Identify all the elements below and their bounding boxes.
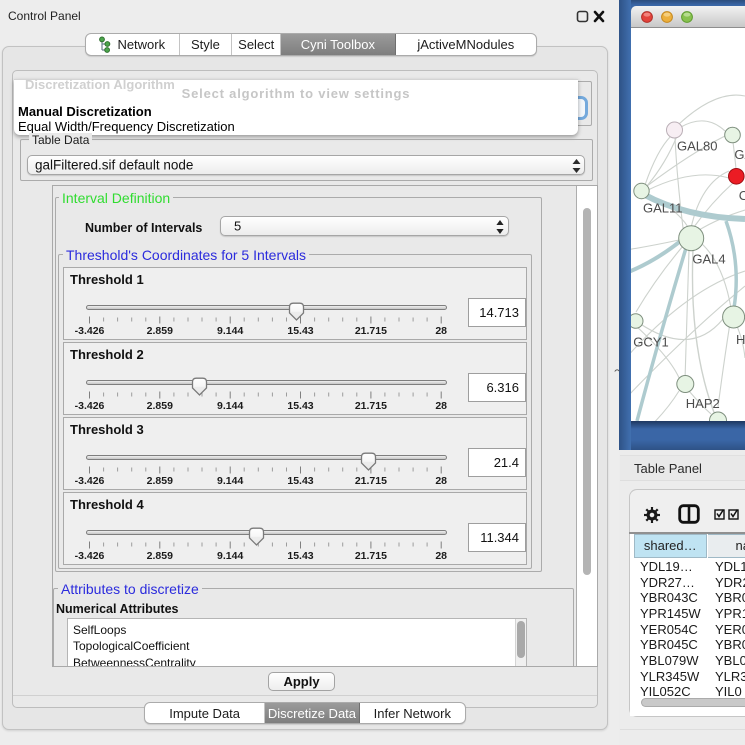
svg-text:GCY1: GCY1	[633, 335, 668, 350]
svg-text:GAL1: GAL1	[734, 147, 745, 162]
svg-text:CYC1: CYC1	[739, 188, 745, 203]
svg-text:GAL4: GAL4	[692, 252, 725, 267]
svg-text:GAL80: GAL80	[677, 139, 717, 154]
svg-text:HAP2: HAP2	[686, 396, 720, 411]
svg-text:GAL11: GAL11	[643, 201, 683, 216]
svg-text:HIS4: HIS4	[736, 332, 745, 347]
